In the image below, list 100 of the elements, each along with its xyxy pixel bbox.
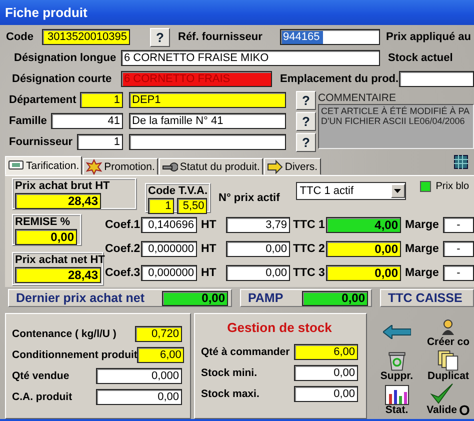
caret-icon — [394, 189, 402, 193]
section-title: Gestion de stock — [226, 320, 333, 337]
field-label: TTC 1 — [293, 219, 326, 231]
text-field[interactable]: 0,00 — [302, 290, 368, 306]
field-label: Désignation longue — [14, 52, 118, 64]
field-label: Département — [9, 94, 76, 106]
lookup-button[interactable]: ? — [296, 132, 316, 152]
field-label: Désignation courte — [12, 73, 113, 85]
tab[interactable]: Divers. — [264, 158, 321, 175]
text-field[interactable]: 1 — [148, 198, 174, 214]
field-label: TTC CAISSE — [387, 291, 462, 305]
text-field[interactable]: 1 — [80, 92, 123, 108]
comment-line: D'UN FICHIER ASCII LE06/04/2006 — [321, 116, 466, 126]
field-label: Dernier prix achat net — [15, 291, 145, 305]
field-label: Coef.2 — [105, 243, 141, 255]
text-field[interactable]: 6,00 — [137, 347, 184, 363]
field-label: PAMP — [247, 291, 284, 305]
field-label: Marge — [405, 219, 440, 231]
field-label: Stock mini. — [201, 367, 258, 379]
field-label: Stock maxi. — [201, 388, 260, 400]
text-field[interactable]: 3,79 — [226, 217, 290, 233]
field-label: N° prix actif — [218, 192, 280, 204]
text-field[interactable]: 0,00 — [294, 386, 358, 402]
field-label: C.A. produit — [12, 391, 72, 403]
text-field[interactable]: 0,00 — [294, 365, 358, 381]
text-field[interactable]: De la famille N° 41 — [129, 113, 286, 129]
comment-line: CET ARTICLE À ÉTÉ MODIFIÉ À PA — [321, 106, 471, 116]
recycle-bin-icon — [386, 350, 408, 371]
text-field[interactable]: 5,50 — [177, 198, 208, 214]
text-field[interactable]: 1 — [76, 134, 123, 150]
text-field[interactable]: 6 CORNETTO FRAISE MIKO — [121, 50, 380, 66]
field-label: Réf. fournisseur — [178, 31, 264, 43]
checkmark-icon — [428, 383, 455, 404]
field-label: Fournisseur — [9, 136, 73, 148]
grid-icon — [454, 155, 468, 169]
text-field[interactable]: 0,00 — [162, 290, 228, 306]
text-field[interactable]: 944165 — [280, 29, 380, 45]
field-label: Coef.1 — [105, 219, 141, 231]
text-field[interactable]: 0,00 — [226, 265, 290, 281]
field-label: TTC 3 — [293, 267, 326, 279]
window-title: Fiche produit — [4, 5, 88, 20]
dropdown[interactable]: TTC 1 actif — [296, 182, 406, 200]
text-field[interactable]: 6,00 — [294, 344, 358, 360]
text-field[interactable]: 0,00 — [326, 265, 401, 281]
field-label: Stock actuel — [388, 52, 453, 64]
text-field[interactable]: DEP1 — [129, 92, 286, 108]
dropdown-button[interactable] — [390, 184, 405, 198]
field-label: Prix achat brut HT — [15, 180, 110, 192]
text-field[interactable]: 0,00 — [326, 241, 401, 257]
text-field[interactable]: - — [443, 265, 474, 281]
text-field[interactable]: 0,00 — [15, 229, 77, 245]
tab[interactable]: Tarification. — [5, 156, 82, 175]
text-field[interactable]: 41 — [50, 113, 123, 129]
stats-button[interactable]: Stat. — [371, 383, 422, 416]
field-label: Prix achat net HT — [15, 254, 105, 266]
comment-label: COMMENTAIRE — [318, 92, 397, 104]
field-label: REMISE % — [15, 216, 70, 228]
field-label: HT — [201, 219, 218, 231]
text-field[interactable]: 28,43 — [15, 193, 101, 209]
left-arrow-icon — [382, 324, 411, 338]
lookup-button[interactable]: ? — [150, 28, 170, 46]
field-label: Qté à commander — [201, 346, 290, 358]
field-label: Prix blo — [436, 181, 470, 192]
validate-button[interactable]: Valide O — [422, 383, 474, 416]
text-field[interactable]: 28,43 — [15, 267, 101, 283]
burst-icon — [86, 158, 102, 174]
text-field[interactable]: 0,00 — [96, 389, 182, 405]
field-label: Prix appliqué au — [386, 31, 471, 43]
chart-icon — [384, 384, 409, 404]
lookup-button[interactable]: ? — [296, 112, 316, 130]
field-label: Marge — [405, 243, 440, 255]
text-field[interactable]: 0,140696 — [141, 217, 197, 233]
text-field[interactable]: 0,720 — [135, 326, 182, 342]
text-field[interactable]: 3013520010395 — [42, 29, 130, 45]
field-label: Qté vendue — [12, 370, 70, 382]
text-field[interactable]: - — [443, 217, 474, 233]
lookup-button[interactable]: ? — [296, 90, 316, 110]
text-field[interactable]: - — [443, 241, 474, 257]
right-arrow-icon — [266, 158, 283, 174]
field-label: Code — [6, 31, 34, 43]
duplicate-button[interactable]: Duplicat — [422, 349, 474, 382]
field-label: Famille — [9, 115, 47, 127]
field-label: Coef.3 — [105, 267, 141, 279]
field-label: Code T.V.A. — [148, 185, 208, 197]
text-field[interactable] — [398, 71, 474, 87]
delete-button[interactable]: Suppr. — [371, 349, 422, 382]
text-field[interactable]: 0,000 — [96, 368, 182, 384]
text-field[interactable]: 4,00 — [326, 217, 401, 233]
tab[interactable]: Promotion. — [83, 158, 158, 175]
field-label: Contenance ( kg/l/U ) — [12, 328, 116, 340]
text-field[interactable]: 0,00 — [226, 241, 290, 257]
field-label: TTC 2 — [293, 243, 326, 255]
text-field[interactable] — [129, 134, 286, 150]
text-field[interactable]: 0,000000 — [141, 241, 197, 257]
person-icon — [440, 318, 456, 334]
create-button[interactable]: Créer co — [422, 315, 474, 348]
text-field[interactable]: 0,000000 — [141, 265, 197, 281]
tab[interactable]: Statut du produit. — [158, 158, 263, 175]
field-label: HT — [201, 243, 218, 255]
field-label: HT — [201, 267, 218, 279]
